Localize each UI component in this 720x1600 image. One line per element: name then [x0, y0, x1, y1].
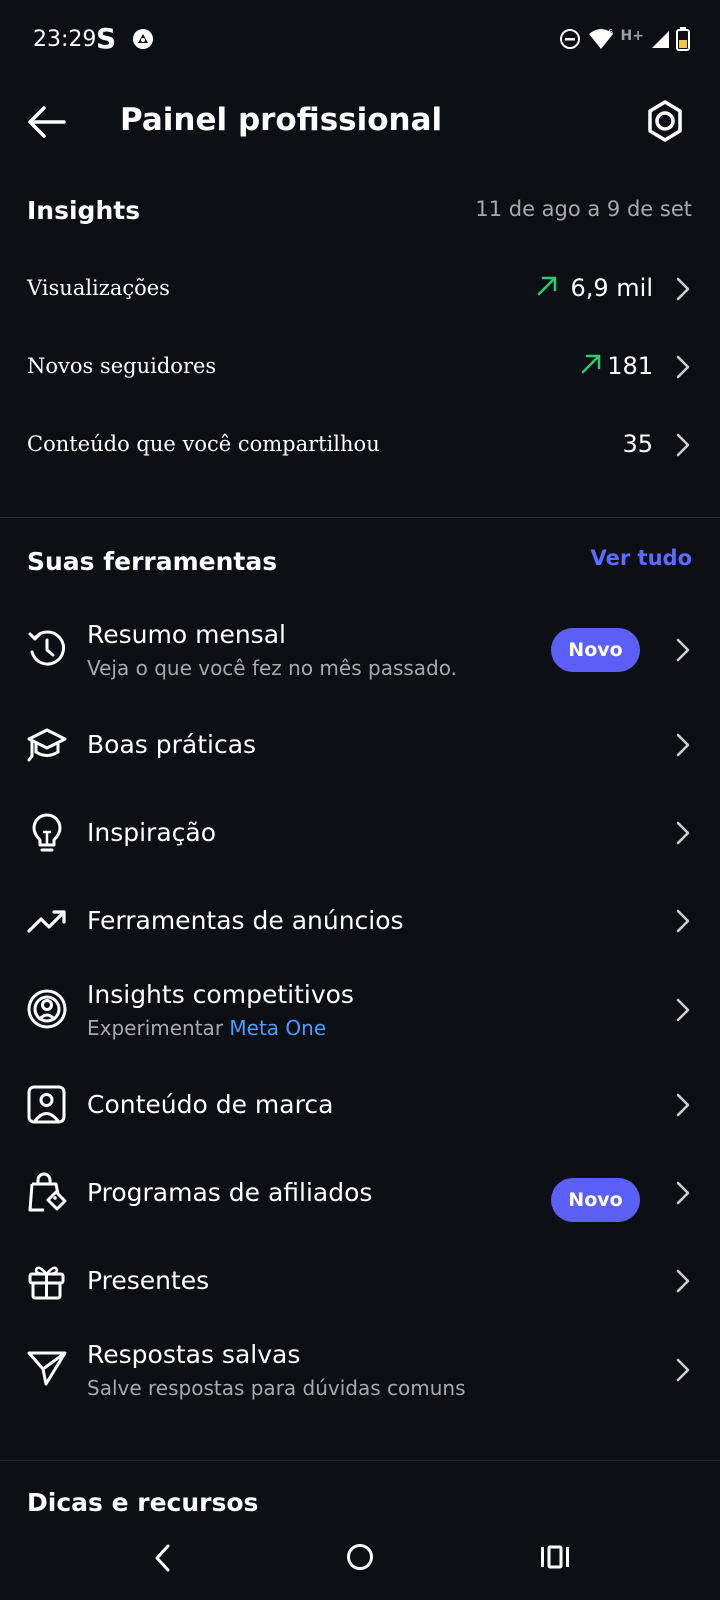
metric-row-views[interactable]: Visualizações 6,9 mil — [0, 256, 720, 326]
insights-title: Insights — [27, 196, 141, 225]
metric-row-new-followers[interactable]: Novos seguidores 181 — [0, 334, 720, 404]
chevron-right-icon — [676, 733, 690, 761]
metric-value: 181 — [607, 352, 653, 380]
tool-subtitle: Veja o que você fez no mês passado. — [87, 656, 457, 680]
tool-label: Presentes — [87, 1266, 210, 1295]
new-badge: Novo — [551, 1178, 640, 1222]
tool-best-practices[interactable]: Boas práticas — [0, 712, 720, 778]
tool-label: Boas práticas — [87, 730, 257, 759]
system-nav-bar — [0, 1530, 720, 1600]
tips-title: Dicas e recursos — [27, 1488, 259, 1517]
trend-up-icon — [579, 352, 603, 380]
mobile-signal-icon — [650, 29, 670, 53]
recents-nav-icon[interactable] — [540, 1545, 570, 1573]
metric-label: Visualizações — [27, 276, 170, 300]
chevron-right-icon — [676, 998, 690, 1026]
metric-label: Novos seguidores — [27, 354, 217, 378]
tool-gifts[interactable]: Presentes — [0, 1248, 720, 1314]
app-header: Painel profissional — [0, 90, 720, 156]
tool-label: Insights competitivos — [87, 980, 354, 1009]
notification-icon — [132, 28, 154, 54]
tool-label: Inspiração — [87, 818, 217, 847]
tool-affiliate-programs[interactable]: Programas de afiliados Novo — [0, 1160, 720, 1226]
tool-label: Conteúdo de marca — [87, 1090, 334, 1119]
tool-inspiration[interactable]: Inspiração — [0, 800, 720, 866]
paper-plane-icon — [26, 1348, 68, 1390]
tool-label: Programas de afiliados — [87, 1178, 373, 1207]
tool-monthly-summary[interactable]: Resumo mensal Veja o que você fez no mês… — [0, 610, 720, 690]
trend-up-icon — [535, 274, 559, 302]
chevron-right-icon — [676, 821, 690, 849]
target-person-icon — [26, 988, 68, 1030]
tools-title: Suas ferramentas — [27, 547, 278, 576]
gift-icon — [26, 1260, 68, 1302]
graduation-cap-icon — [26, 724, 68, 766]
gear-icon[interactable] — [645, 100, 685, 146]
chevron-right-icon — [676, 355, 690, 383]
chevron-right-icon — [676, 1358, 690, 1386]
history-clock-icon — [26, 628, 68, 670]
shopping-bag-tag-icon — [26, 1172, 68, 1214]
dnd-icon — [559, 28, 581, 54]
home-nav-icon[interactable] — [346, 1543, 374, 1575]
new-badge: Novo — [551, 628, 640, 672]
branded-content-icon — [26, 1084, 68, 1126]
meta-one-link[interactable]: Meta One — [229, 1016, 326, 1040]
metric-label: Conteúdo que você compartilhou — [27, 432, 380, 456]
tool-branded-content[interactable]: Conteúdo de marca — [0, 1072, 720, 1138]
s-app-icon: S — [96, 22, 117, 55]
chevron-right-icon — [676, 638, 690, 666]
tool-ad-tools[interactable]: Ferramentas de anúncios — [0, 888, 720, 954]
lightbulb-icon — [26, 812, 68, 854]
tool-subtitle-text: Experimentar — [87, 1016, 224, 1040]
tool-label: Ferramentas de anúncios — [87, 906, 404, 935]
arrow-left-icon[interactable] — [26, 104, 66, 144]
chevron-right-icon — [676, 1269, 690, 1297]
status-bar: 23:29 S 6 H+ — [0, 0, 720, 80]
tool-label: Respostas salvas — [87, 1340, 301, 1369]
chevron-right-icon — [676, 433, 690, 461]
tool-saved-replies[interactable]: Respostas salvas Salve respostas para dú… — [0, 1330, 720, 1410]
wifi-icon: 6 — [587, 27, 615, 55]
section-divider — [0, 517, 720, 518]
chevron-right-icon — [676, 909, 690, 937]
metric-value: 35 — [622, 430, 653, 458]
date-range[interactable]: 11 de ago a 9 de set — [475, 197, 692, 221]
page-title: Painel profissional — [120, 102, 443, 138]
status-time: 23:29 — [33, 27, 97, 52]
chevron-right-icon — [676, 277, 690, 305]
battery-icon — [676, 27, 690, 55]
chevron-right-icon — [676, 1181, 690, 1209]
trending-up-icon — [26, 900, 68, 942]
metric-value: 6,9 mil — [570, 274, 653, 302]
metric-row-content-shared[interactable]: Conteúdo que você compartilhou 35 — [0, 412, 720, 482]
chevron-right-icon — [676, 1093, 690, 1121]
back-nav-icon[interactable] — [152, 1544, 174, 1576]
svg-text:6: 6 — [608, 28, 613, 37]
tool-subtitle: Experimentar Meta One — [87, 1016, 326, 1040]
see-all-link[interactable]: Ver tudo — [591, 546, 692, 570]
section-divider — [0, 1460, 720, 1461]
tool-subtitle: Salve respostas para dúvidas comuns — [87, 1376, 466, 1400]
tool-competitive-insights[interactable]: Insights competitivos Experimentar Meta … — [0, 970, 720, 1050]
network-type: H+ — [620, 28, 644, 44]
tool-label: Resumo mensal — [87, 620, 286, 649]
